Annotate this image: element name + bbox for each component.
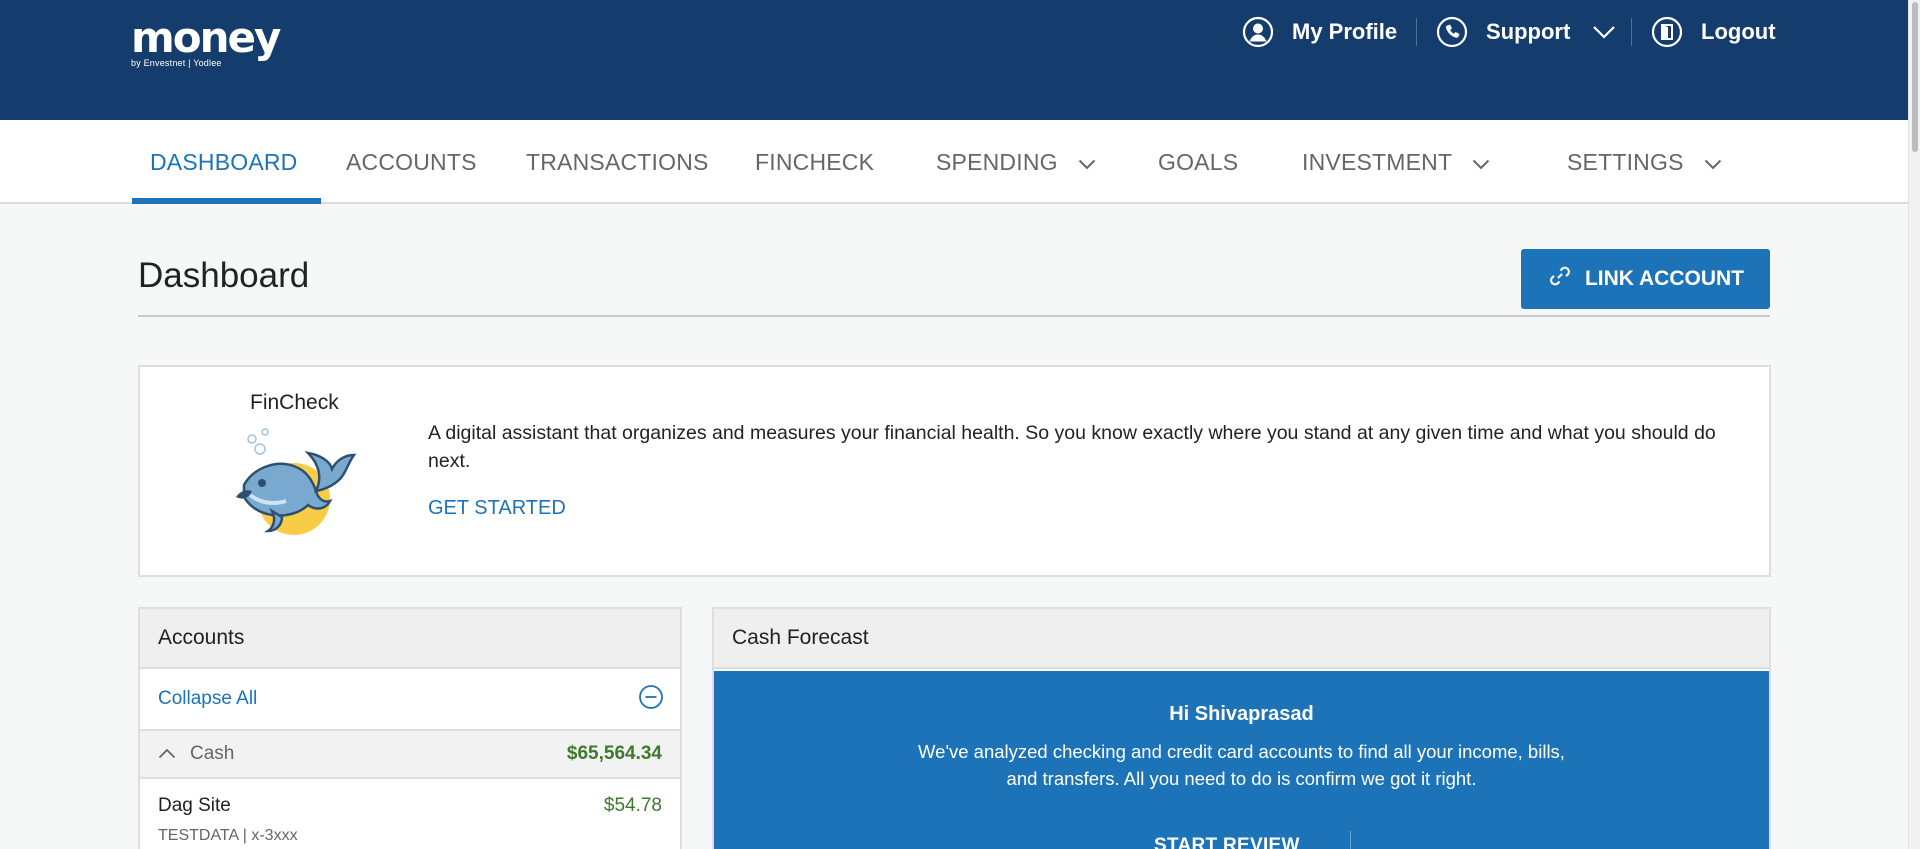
main-nav: DASHBOARD ACCOUNTS TRANSACTIONS FINCHECK… — [0, 120, 1908, 204]
fincheck-description: A digital assistant that organizes and m… — [428, 422, 1716, 472]
phone-icon — [1436, 16, 1468, 48]
collapse-all-label: Collapse All — [158, 688, 258, 709]
get-started-link[interactable]: GET STARTED — [428, 497, 566, 520]
active-tab-indicator — [132, 198, 321, 204]
nav-transactions[interactable]: TRANSACTIONS — [526, 120, 709, 204]
logo-wordmark: money — [131, 13, 281, 62]
forecast-greeting: Hi Shivaprasad — [1169, 703, 1314, 725]
minus-circle-icon — [638, 684, 664, 715]
nav-label: TRANSACTIONS — [526, 148, 709, 175]
nav-label: DASHBOARD — [150, 148, 298, 175]
account-group-total: $65,564.34 — [566, 743, 662, 764]
scrollbar-thumb[interactable] — [1912, 2, 1918, 152]
nav-label: SPENDING — [936, 148, 1058, 175]
user-circle-icon — [1242, 16, 1274, 48]
account-balance: $54.78 — [603, 795, 662, 816]
chevron-down-icon — [1078, 149, 1096, 176]
start-review-button[interactable]: START REVIEW — [1154, 835, 1300, 849]
accounts-panel: Accounts Collapse All Cash $65,564.34 Da… — [138, 607, 682, 849]
dolphin-illustration — [232, 427, 362, 544]
collapse-all-toggle[interactable]: Collapse All — [140, 669, 680, 731]
nav-goals[interactable]: GOALS — [1158, 120, 1238, 204]
nav-label: INVESTMENT — [1302, 148, 1453, 175]
nav-dashboard[interactable]: DASHBOARD — [150, 120, 298, 204]
link-icon — [1547, 263, 1585, 295]
account-group-cash[interactable]: Cash $65,564.34 — [140, 731, 680, 779]
chevron-down-icon — [1704, 149, 1722, 176]
logout-link[interactable]: Logout — [1651, 14, 1776, 50]
page-scrollbar[interactable] — [1908, 0, 1920, 849]
logout-label: Logout — [1701, 19, 1776, 44]
nav-label: FINCHECK — [755, 148, 875, 175]
cash-forecast-panel: Cash Forecast Hi Shivaprasad We've analy… — [712, 607, 1771, 849]
nav-settings[interactable]: SETTINGS — [1567, 120, 1722, 204]
forecast-divider — [1350, 831, 1351, 849]
support-label: Support — [1486, 19, 1571, 44]
nav-spending[interactable]: SPENDING — [936, 120, 1096, 204]
fincheck-card: FinCheck A digital assistant that organi… — [138, 365, 1771, 577]
account-group-label: Cash — [190, 743, 235, 764]
my-profile-link[interactable]: My Profile — [1242, 14, 1397, 50]
account-row[interactable]: Dag Site $54.78 TESTDATA | x-3xxx — [140, 779, 680, 845]
chevron-down-icon — [1472, 149, 1490, 176]
account-name: Dag Site — [158, 795, 231, 816]
title-divider — [138, 315, 1770, 317]
nav-label: SETTINGS — [1567, 148, 1684, 175]
forecast-message: We've analyzed checking and credit card … — [918, 741, 1565, 789]
cash-forecast-banner: Hi Shivaprasad We've analyzed checking a… — [714, 671, 1769, 849]
page-title: Dashboard — [138, 256, 310, 295]
nav-fincheck[interactable]: FINCHECK — [755, 120, 874, 204]
chevron-down-icon — [1592, 25, 1616, 39]
support-menu[interactable]: Support — [1436, 14, 1616, 50]
logout-icon — [1651, 16, 1683, 48]
header-divider — [1416, 18, 1417, 46]
my-profile-label: My Profile — [1292, 19, 1398, 44]
nav-accounts[interactable]: ACCOUNTS — [346, 120, 477, 204]
nav-label: ACCOUNTS — [346, 148, 477, 175]
nav-investment[interactable]: INVESTMENT — [1302, 120, 1490, 204]
accounts-panel-title: Accounts — [140, 609, 680, 669]
money-logo[interactable]: money by Envestnet | Yodlee — [131, 13, 281, 69]
fincheck-title: FinCheck — [250, 391, 339, 414]
top-header: money by Envestnet | Yodlee My Profile S… — [0, 0, 1908, 120]
cash-forecast-title: Cash Forecast — [714, 609, 1769, 669]
link-account-button[interactable]: LINK ACCOUNT — [1521, 249, 1770, 309]
account-details: TESTDATA | x-3xxx — [158, 827, 298, 844]
nav-label: GOALS — [1158, 148, 1239, 175]
link-account-label: LINK ACCOUNT — [1584, 267, 1745, 290]
header-divider — [1631, 18, 1632, 46]
chevron-up-icon — [158, 743, 176, 765]
